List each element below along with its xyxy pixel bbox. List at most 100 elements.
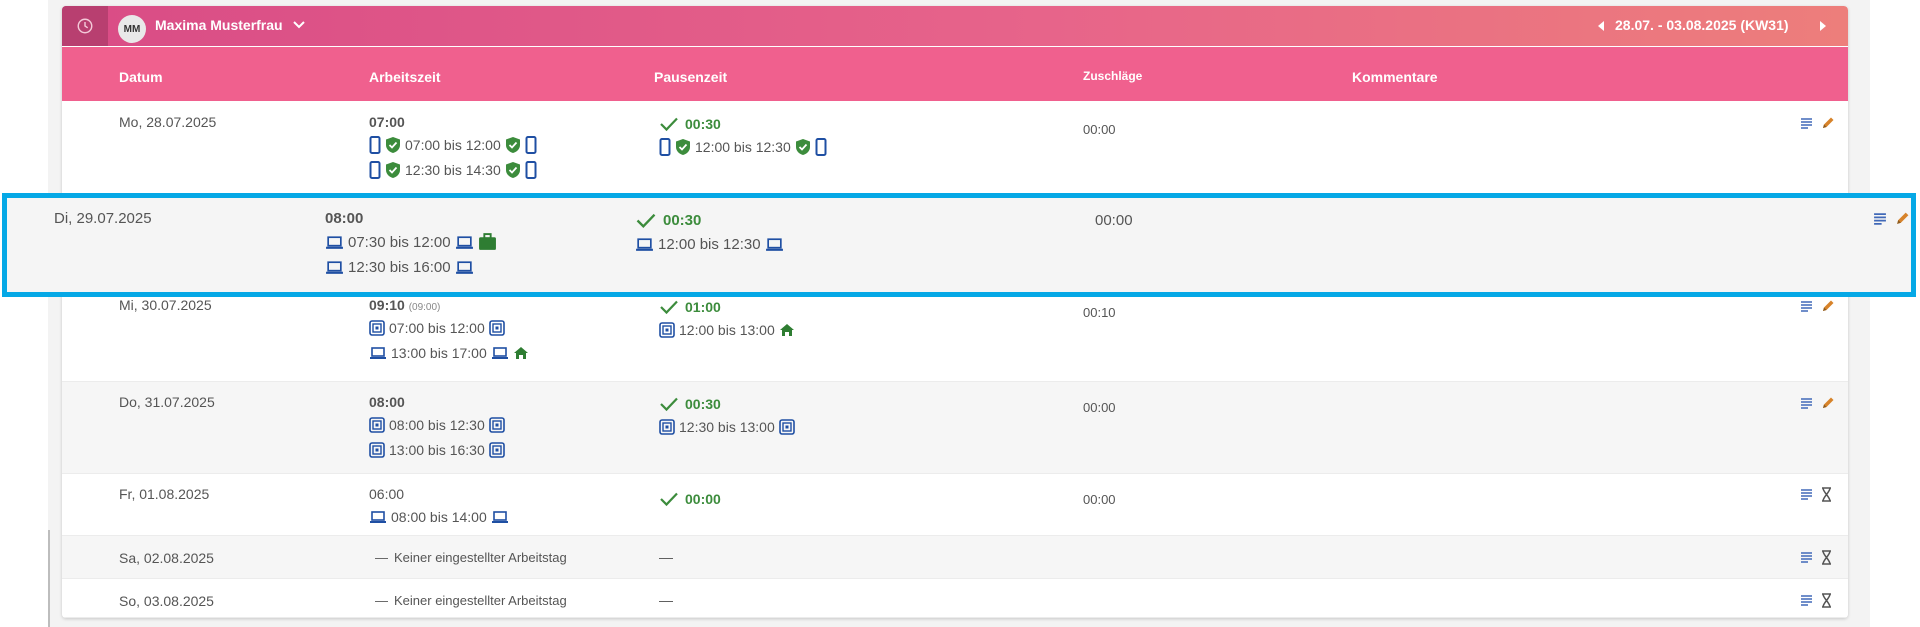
laptop-icon [635,237,654,252]
laptop-icon [325,235,344,250]
pause-segment[interactable]: 12:00 bis 13:00 [659,320,795,340]
laptop-icon [491,346,509,360]
table-row[interactable]: Mo, 28.07.2025 07:00 07:00 bis 12:00 12:… [62,101,1848,194]
row-date: Mi, 30.07.2025 [119,297,212,313]
work-segment[interactable]: 07:00 bis 12:00 [369,135,537,155]
notes-icon[interactable] [1800,300,1813,313]
user-name[interactable]: Maxima Musterfrau [155,17,283,33]
notes-icon[interactable] [1800,551,1813,564]
hourglass-icon[interactable] [1821,593,1832,608]
nfc-terminal-icon [659,322,675,338]
segment-time: 12:30 bis 16:00 [348,258,451,276]
pencil-icon[interactable] [1821,396,1835,410]
clock-button[interactable] [62,6,108,46]
shield-check-icon [505,161,521,179]
segment-time: 12:30 bis 13:00 [679,419,775,435]
shield-check-icon [795,138,811,156]
row-actions [1800,593,1832,608]
nfc-terminal-icon [369,320,385,336]
row-date: Sa, 02.08.2025 [119,550,214,566]
notes-icon[interactable] [1800,397,1813,410]
non-working-day-text: Keiner eingestellter Arbeitstag [394,550,567,565]
notes-icon[interactable] [1873,212,1887,226]
row-actions [1800,116,1835,130]
work-cell: 08:00 07:30 bis 12:00 12:30 bis 16:00 [325,210,497,277]
non-working-day-label: — Keiner eingestellter Arbeitstag [375,550,567,565]
checkmark-icon [660,397,678,412]
non-working-day-text: Keiner eingestellter Arbeitstag [394,593,567,608]
work-cell: — Keiner eingestellter Arbeitstag [375,593,567,608]
column-header-date: Datum [119,69,163,85]
smartphone-icon [525,161,537,179]
pause-total-value: 00:30 [663,212,702,229]
work-segment[interactable]: 07:00 bis 12:00 [369,318,529,338]
surcharge-value: 00:00 [1083,400,1116,415]
segment-time: 13:00 bis 16:30 [389,442,485,458]
pause-segment[interactable]: 12:00 bis 12:30 [659,137,827,157]
table-row[interactable]: Fr, 01.08.2025 06:00 08:00 bis 14:00 00:… [62,474,1848,536]
avatar[interactable]: MM [118,15,146,43]
timesheet-card: MM Maxima Musterfrau 28.07. - 03.08.2025… [62,6,1848,618]
segment-time: 13:00 bis 17:00 [391,345,487,361]
home-icon [513,346,529,360]
notes-icon[interactable] [1800,594,1813,607]
caret-right-icon[interactable] [1818,20,1828,32]
left-divider [48,530,50,627]
pencil-icon[interactable] [1821,116,1835,130]
pause-segment[interactable]: 12:30 bis 13:00 [659,417,795,437]
column-header-pause: Pausenzeit [654,69,728,85]
work-total: 06:00 [369,486,405,502]
table-row[interactable]: So, 03.08.2025 — Keiner eingestellter Arb… [62,579,1848,618]
column-header-comments: Kommentare [1352,69,1438,85]
nfc-terminal-icon [488,417,505,433]
hourglass-icon[interactable] [1821,550,1832,565]
work-target-note: (09:00) [408,302,441,313]
laptop-icon [369,346,387,360]
surcharge-value: 00:00 [1083,122,1116,137]
chevron-down-icon[interactable] [292,20,306,30]
pause-total: 00:00 [659,491,721,507]
page: MM Maxima Musterfrau 28.07. - 03.08.2025… [0,0,1920,627]
work-segment[interactable]: 08:00 bis 14:00 [369,507,509,527]
row-actions [1800,487,1832,502]
briefcase-icon [478,233,497,251]
shield-check-icon [675,138,691,156]
pause-segment[interactable]: 12:00 bis 12:30 [635,234,784,254]
notes-icon[interactable] [1800,117,1813,130]
table-row[interactable]: Sa, 02.08.2025 — Keiner eingestellter Arb… [62,536,1848,579]
caret-left-icon[interactable] [1596,20,1606,32]
pause-cell: 00:30 12:00 bis 12:30 [659,116,827,157]
work-total: 09:10 (09:00) [369,297,529,313]
work-segment[interactable]: 12:30 bis 14:30 [369,160,537,180]
home-icon [779,323,795,337]
hourglass-icon[interactable] [1821,487,1832,502]
surcharge-value: 00:10 [1083,305,1116,320]
work-segment[interactable]: 12:30 bis 16:00 [325,257,497,277]
work-segment[interactable]: 13:00 bis 17:00 [369,343,529,363]
work-cell: 09:10 (09:00) 07:00 bis 12:00 13:00 bis … [369,297,529,363]
table-row[interactable]: Do, 31.07.2025 08:00 08:00 bis 12:30 13:… [62,382,1848,474]
work-segment[interactable]: 13:00 bis 16:30 [369,440,505,460]
work-total: 08:00 [325,210,364,227]
pause-total: 01:00 [659,299,795,315]
nfc-terminal-icon [488,320,505,336]
shield-check-icon [385,161,401,179]
pause-total-value: 00:30 [685,116,721,132]
smartphone-icon [815,138,827,156]
highlighted-row[interactable]: Di, 29.07.2025 08:00 07:30 bis 12:00 12:… [2,193,1916,297]
nfc-terminal-icon [778,419,795,435]
pause-total-value: 00:30 [685,396,721,412]
work-segment[interactable]: 07:30 bis 12:00 [325,232,497,252]
laptop-icon [765,237,784,252]
pencil-icon[interactable] [1895,211,1910,226]
work-segment[interactable]: 08:00 bis 12:30 [369,415,505,435]
work-cell: 08:00 08:00 bis 12:30 13:00 bis 16:30 [369,394,505,460]
smartphone-icon [369,136,381,154]
row-date: Fr, 01.08.2025 [119,486,210,502]
row-date: So, 03.08.2025 [119,593,214,609]
notes-icon[interactable] [1800,488,1813,501]
shield-check-icon [385,136,401,154]
pencil-icon[interactable] [1821,299,1835,313]
clock-icon [77,18,93,34]
work-total: 07:00 [369,114,405,130]
